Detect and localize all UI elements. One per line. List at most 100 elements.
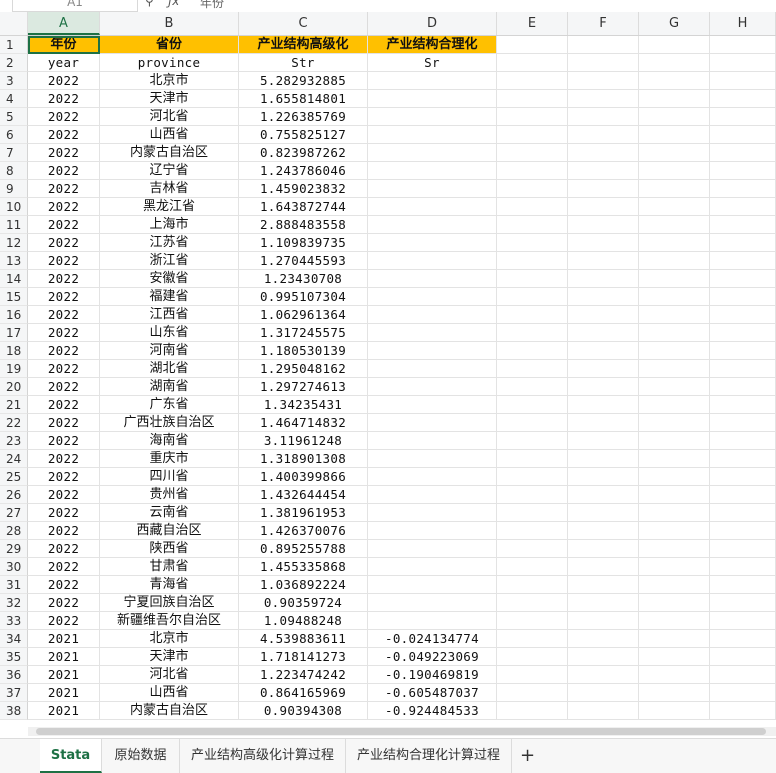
cell-a35[interactable]: 2021 — [28, 648, 100, 666]
cell-h14[interactable] — [710, 270, 776, 288]
cell-b15[interactable]: 福建省 — [100, 288, 239, 306]
sheet-tab-2[interactable]: 产业结构高级化计算过程 — [180, 739, 346, 773]
cell-d3[interactable] — [368, 72, 497, 90]
cell-e2[interactable] — [497, 54, 568, 72]
row-number[interactable]: 37 — [0, 684, 28, 702]
cell-a34[interactable]: 2021 — [28, 630, 100, 648]
cell-e25[interactable] — [497, 468, 568, 486]
cell-d23[interactable] — [368, 432, 497, 450]
cell-d13[interactable] — [368, 252, 497, 270]
cell-e38[interactable] — [497, 702, 568, 720]
cell-f2[interactable] — [568, 54, 639, 72]
cell-g38[interactable] — [639, 702, 710, 720]
cell-f32[interactable] — [568, 594, 639, 612]
cell-e37[interactable] — [497, 684, 568, 702]
cell-e34[interactable] — [497, 630, 568, 648]
cell-c13[interactable]: 1.270445593 — [239, 252, 368, 270]
cell-a18[interactable]: 2022 — [28, 342, 100, 360]
cell-f23[interactable] — [568, 432, 639, 450]
cell-f34[interactable] — [568, 630, 639, 648]
cell-e18[interactable] — [497, 342, 568, 360]
cell-a38[interactable]: 2021 — [28, 702, 100, 720]
cell-c12[interactable]: 1.109839735 — [239, 234, 368, 252]
cell-d9[interactable] — [368, 180, 497, 198]
cell-g3[interactable] — [639, 72, 710, 90]
cell-f14[interactable] — [568, 270, 639, 288]
cell-d36[interactable]: -0.190469819 — [368, 666, 497, 684]
cell-b34[interactable]: 北京市 — [100, 630, 239, 648]
column-header-a[interactable]: A — [28, 12, 100, 35]
row-number[interactable]: 9 — [0, 180, 28, 198]
cell-e21[interactable] — [497, 396, 568, 414]
cell-d33[interactable] — [368, 612, 497, 630]
cell-h3[interactable] — [710, 72, 776, 90]
cell-a1[interactable]: 年份 — [28, 36, 100, 54]
cell-d10[interactable] — [368, 198, 497, 216]
cell-c37[interactable]: 0.864165969 — [239, 684, 368, 702]
cell-h34[interactable] — [710, 630, 776, 648]
cell-h23[interactable] — [710, 432, 776, 450]
cell-c10[interactable]: 1.643872744 — [239, 198, 368, 216]
cell-d27[interactable] — [368, 504, 497, 522]
name-box[interactable]: A1 — [12, 0, 138, 12]
cell-f26[interactable] — [568, 486, 639, 504]
cell-a15[interactable]: 2022 — [28, 288, 100, 306]
cell-f12[interactable] — [568, 234, 639, 252]
select-all-corner[interactable] — [0, 12, 28, 35]
cell-d12[interactable] — [368, 234, 497, 252]
row-number[interactable]: 14 — [0, 270, 28, 288]
cell-b14[interactable]: 安徽省 — [100, 270, 239, 288]
sheet-tab-1[interactable]: 原始数据 — [102, 739, 180, 773]
cell-g29[interactable] — [639, 540, 710, 558]
cell-e7[interactable] — [497, 144, 568, 162]
cell-e4[interactable] — [497, 90, 568, 108]
cell-e17[interactable] — [497, 324, 568, 342]
cell-c5[interactable]: 1.226385769 — [239, 108, 368, 126]
cell-e12[interactable] — [497, 234, 568, 252]
cell-g31[interactable] — [639, 576, 710, 594]
cell-g25[interactable] — [639, 468, 710, 486]
row-number[interactable]: 34 — [0, 630, 28, 648]
cell-g27[interactable] — [639, 504, 710, 522]
cell-c1[interactable]: 产业结构高级化 — [239, 36, 368, 54]
cell-a10[interactable]: 2022 — [28, 198, 100, 216]
cell-e36[interactable] — [497, 666, 568, 684]
cell-a27[interactable]: 2022 — [28, 504, 100, 522]
cell-d1[interactable]: 产业结构合理化 — [368, 36, 497, 54]
cell-c15[interactable]: 0.995107304 — [239, 288, 368, 306]
cell-c21[interactable]: 1.34235431 — [239, 396, 368, 414]
row-number[interactable]: 38 — [0, 702, 28, 720]
cell-g1[interactable] — [639, 36, 710, 54]
cell-h36[interactable] — [710, 666, 776, 684]
cell-h33[interactable] — [710, 612, 776, 630]
cell-a8[interactable]: 2022 — [28, 162, 100, 180]
cell-h9[interactable] — [710, 180, 776, 198]
row-number[interactable]: 24 — [0, 450, 28, 468]
cell-e5[interactable] — [497, 108, 568, 126]
cell-e15[interactable] — [497, 288, 568, 306]
cell-b29[interactable]: 陕西省 — [100, 540, 239, 558]
cell-b36[interactable]: 河北省 — [100, 666, 239, 684]
cell-f27[interactable] — [568, 504, 639, 522]
cell-g34[interactable] — [639, 630, 710, 648]
cell-d25[interactable] — [368, 468, 497, 486]
cell-b3[interactable]: 北京市 — [100, 72, 239, 90]
cell-f11[interactable] — [568, 216, 639, 234]
cell-c26[interactable]: 1.432644454 — [239, 486, 368, 504]
cell-b9[interactable]: 吉林省 — [100, 180, 239, 198]
cell-g37[interactable] — [639, 684, 710, 702]
cell-a2[interactable]: year — [28, 54, 100, 72]
cell-d21[interactable] — [368, 396, 497, 414]
cell-d16[interactable] — [368, 306, 497, 324]
cell-a6[interactable]: 2022 — [28, 126, 100, 144]
cell-g22[interactable] — [639, 414, 710, 432]
cell-a7[interactable]: 2022 — [28, 144, 100, 162]
row-number[interactable]: 8 — [0, 162, 28, 180]
cell-h32[interactable] — [710, 594, 776, 612]
cell-d14[interactable] — [368, 270, 497, 288]
row-number[interactable]: 26 — [0, 486, 28, 504]
column-header-b[interactable]: B — [100, 12, 239, 35]
cell-h18[interactable] — [710, 342, 776, 360]
cell-b28[interactable]: 西藏自治区 — [100, 522, 239, 540]
cell-b23[interactable]: 海南省 — [100, 432, 239, 450]
